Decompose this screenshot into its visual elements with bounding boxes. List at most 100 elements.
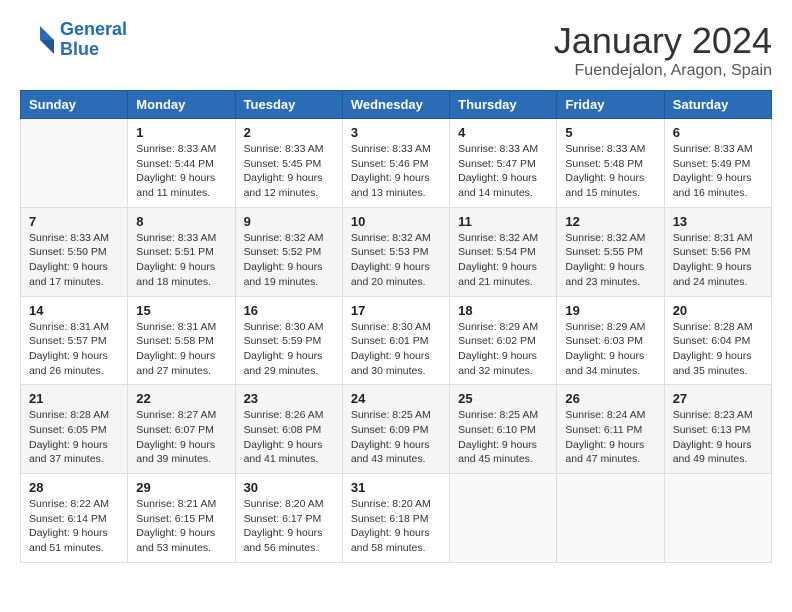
day-info: Sunrise: 8:32 AM Sunset: 5:53 PM Dayligh…: [351, 231, 441, 290]
weekday-header-wednesday: Wednesday: [342, 91, 449, 119]
logo-blue: Blue: [60, 39, 99, 59]
day-info: Sunrise: 8:33 AM Sunset: 5:51 PM Dayligh…: [136, 231, 226, 290]
day-number: 18: [458, 303, 548, 318]
week-row-3: 14 Sunrise: 8:31 AM Sunset: 5:57 PM Dayli…: [21, 296, 772, 385]
calendar-cell: 25 Sunrise: 8:25 AM Sunset: 6:10 PM Dayli…: [450, 385, 557, 474]
weekday-header-sunday: Sunday: [21, 91, 128, 119]
day-info: Sunrise: 8:32 AM Sunset: 5:52 PM Dayligh…: [244, 231, 334, 290]
day-number: 5: [565, 125, 655, 140]
day-number: 21: [29, 391, 119, 406]
calendar-cell: 4Sunrise: 8:33 AM Sunset: 5:47 PM Daylig…: [450, 119, 557, 208]
logo: General Blue: [20, 20, 127, 60]
day-number: 25: [458, 391, 548, 406]
day-info: Sunrise: 8:33 AM Sunset: 5:44 PM Dayligh…: [136, 142, 226, 201]
logo-general: General: [60, 19, 127, 39]
day-info: Sunrise: 8:33 AM Sunset: 5:46 PM Dayligh…: [351, 142, 441, 201]
day-number: 8: [136, 214, 226, 229]
day-info: Sunrise: 8:25 AM Sunset: 6:09 PM Dayligh…: [351, 408, 441, 467]
day-info: Sunrise: 8:31 AM Sunset: 5:57 PM Dayligh…: [29, 320, 119, 379]
day-info: Sunrise: 8:21 AM Sunset: 6:15 PM Dayligh…: [136, 497, 226, 556]
day-info: Sunrise: 8:30 AM Sunset: 5:59 PM Dayligh…: [244, 320, 334, 379]
weekday-header-monday: Monday: [128, 91, 235, 119]
week-row-4: 21Sunrise: 8:28 AM Sunset: 6:05 PM Dayli…: [21, 385, 772, 474]
logo-icon: [20, 22, 56, 58]
day-number: 13: [673, 214, 763, 229]
day-number: 12: [565, 214, 655, 229]
day-info: Sunrise: 8:26 AM Sunset: 6:08 PM Dayligh…: [244, 408, 334, 467]
day-number: 10: [351, 214, 441, 229]
calendar-cell: 8 Sunrise: 8:33 AM Sunset: 5:51 PM Daylig…: [128, 207, 235, 296]
day-number: 26: [565, 391, 655, 406]
calendar-cell: 26Sunrise: 8:24 AM Sunset: 6:11 PM Dayli…: [557, 385, 664, 474]
day-info: Sunrise: 8:32 AM Sunset: 5:55 PM Dayligh…: [565, 231, 655, 290]
weekday-header-row: SundayMondayTuesdayWednesdayThursdayFrid…: [21, 91, 772, 119]
calendar-table: SundayMondayTuesdayWednesdayThursdayFrid…: [20, 90, 772, 563]
day-info: Sunrise: 8:20 AM Sunset: 6:18 PM Dayligh…: [351, 497, 441, 556]
calendar-cell: 5 Sunrise: 8:33 AM Sunset: 5:48 PM Daylig…: [557, 119, 664, 208]
day-number: 3: [351, 125, 441, 140]
day-number: 14: [29, 303, 119, 318]
calendar-cell: 20Sunrise: 8:28 AM Sunset: 6:04 PM Dayli…: [664, 296, 771, 385]
week-row-2: 7Sunrise: 8:33 AM Sunset: 5:50 PM Daylig…: [21, 207, 772, 296]
calendar-cell: 17 Sunrise: 8:30 AM Sunset: 6:01 PM Dayli…: [342, 296, 449, 385]
day-info: Sunrise: 8:33 AM Sunset: 5:45 PM Dayligh…: [244, 142, 334, 201]
day-info: Sunrise: 8:25 AM Sunset: 6:10 PM Dayligh…: [458, 408, 548, 467]
day-number: 1: [136, 125, 226, 140]
day-number: 22: [136, 391, 226, 406]
calendar-cell: 23 Sunrise: 8:26 AM Sunset: 6:08 PM Dayli…: [235, 385, 342, 474]
calendar-cell: 19 Sunrise: 8:29 AM Sunset: 6:03 PM Dayli…: [557, 296, 664, 385]
day-number: 2: [244, 125, 334, 140]
calendar-cell: 9 Sunrise: 8:32 AM Sunset: 5:52 PM Daylig…: [235, 207, 342, 296]
day-info: Sunrise: 8:33 AM Sunset: 5:49 PM Dayligh…: [673, 142, 763, 201]
day-info: Sunrise: 8:32 AM Sunset: 5:54 PM Dayligh…: [458, 231, 548, 290]
day-info: Sunrise: 8:31 AM Sunset: 5:56 PM Dayligh…: [673, 231, 763, 290]
weekday-header-friday: Friday: [557, 91, 664, 119]
day-number: 4: [458, 125, 548, 140]
day-number: 20: [673, 303, 763, 318]
calendar-cell: 21Sunrise: 8:28 AM Sunset: 6:05 PM Dayli…: [21, 385, 128, 474]
calendar-cell: 24 Sunrise: 8:25 AM Sunset: 6:09 PM Dayli…: [342, 385, 449, 474]
day-info: Sunrise: 8:33 AM Sunset: 5:48 PM Dayligh…: [565, 142, 655, 201]
day-info: Sunrise: 8:29 AM Sunset: 6:03 PM Dayligh…: [565, 320, 655, 379]
calendar-cell: 18Sunrise: 8:29 AM Sunset: 6:02 PM Dayli…: [450, 296, 557, 385]
calendar-cell: [557, 474, 664, 563]
location: Fuendejalon, Aragon, Spain: [554, 62, 772, 80]
day-number: 15: [136, 303, 226, 318]
weekday-header-tuesday: Tuesday: [235, 91, 342, 119]
calendar-cell: 22Sunrise: 8:27 AM Sunset: 6:07 PM Dayli…: [128, 385, 235, 474]
calendar-cell: 28Sunrise: 8:22 AM Sunset: 6:14 PM Dayli…: [21, 474, 128, 563]
calendar-cell: 14 Sunrise: 8:31 AM Sunset: 5:57 PM Dayli…: [21, 296, 128, 385]
day-number: 17: [351, 303, 441, 318]
calendar-cell: 31 Sunrise: 8:20 AM Sunset: 6:18 PM Dayli…: [342, 474, 449, 563]
calendar-cell: [664, 474, 771, 563]
day-number: 9: [244, 214, 334, 229]
day-number: 6: [673, 125, 763, 140]
month-title: January 2024: [554, 20, 772, 62]
day-number: 31: [351, 480, 441, 495]
day-number: 11: [458, 214, 548, 229]
day-info: Sunrise: 8:31 AM Sunset: 5:58 PM Dayligh…: [136, 320, 226, 379]
day-info: Sunrise: 8:30 AM Sunset: 6:01 PM Dayligh…: [351, 320, 441, 379]
weekday-header-thursday: Thursday: [450, 91, 557, 119]
calendar-cell: 1 Sunrise: 8:33 AM Sunset: 5:44 PM Daylig…: [128, 119, 235, 208]
day-number: 24: [351, 391, 441, 406]
day-info: Sunrise: 8:23 AM Sunset: 6:13 PM Dayligh…: [673, 408, 763, 467]
calendar-cell: 6 Sunrise: 8:33 AM Sunset: 5:49 PM Daylig…: [664, 119, 771, 208]
weekday-header-saturday: Saturday: [664, 91, 771, 119]
calendar-cell: 13 Sunrise: 8:31 AM Sunset: 5:56 PM Dayli…: [664, 207, 771, 296]
day-number: 19: [565, 303, 655, 318]
day-info: Sunrise: 8:33 AM Sunset: 5:50 PM Dayligh…: [29, 231, 119, 290]
page-header: General Blue January 2024 Fuendejalon, A…: [20, 20, 772, 80]
calendar-cell: 30Sunrise: 8:20 AM Sunset: 6:17 PM Dayli…: [235, 474, 342, 563]
calendar-cell: 10 Sunrise: 8:32 AM Sunset: 5:53 PM Dayli…: [342, 207, 449, 296]
calendar-cell: [450, 474, 557, 563]
calendar-cell: 29 Sunrise: 8:21 AM Sunset: 6:15 PM Dayli…: [128, 474, 235, 563]
day-number: 29: [136, 480, 226, 495]
calendar-cell: 16Sunrise: 8:30 AM Sunset: 5:59 PM Dayli…: [235, 296, 342, 385]
day-number: 23: [244, 391, 334, 406]
calendar-cell: 15 Sunrise: 8:31 AM Sunset: 5:58 PM Dayli…: [128, 296, 235, 385]
calendar-cell: 3 Sunrise: 8:33 AM Sunset: 5:46 PM Daylig…: [342, 119, 449, 208]
calendar-cell: 2 Sunrise: 8:33 AM Sunset: 5:45 PM Daylig…: [235, 119, 342, 208]
title-block: January 2024 Fuendejalon, Aragon, Spain: [554, 20, 772, 80]
calendar-cell: 27Sunrise: 8:23 AM Sunset: 6:13 PM Dayli…: [664, 385, 771, 474]
